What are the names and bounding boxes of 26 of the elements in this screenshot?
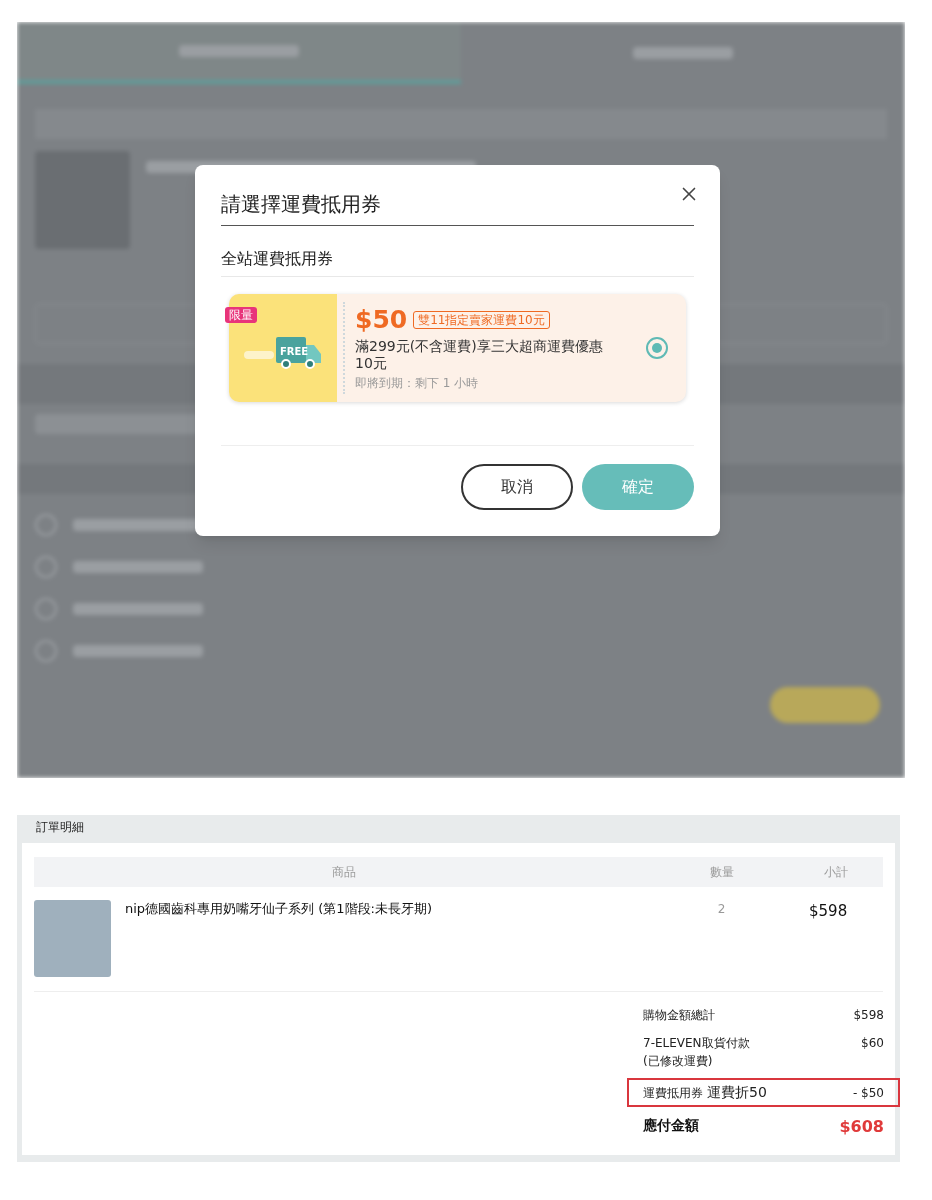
coupon-description: 滿299元(不含運費)享三大超商運費優惠10元 [355,337,604,372]
radio-button[interactable] [646,337,668,359]
product-name: nip德國齒科專用奶嘴牙仙子系列 (第1階段:未長牙期) [124,900,434,918]
summary-label: 7-ELEVEN取貨付款 [643,1035,750,1052]
coupon-amount: $50 [355,305,408,334]
summary-value: $598 [853,1007,884,1024]
total-label: 應付金額 [643,1116,699,1135]
coupon-label: 雙11指定賣家運費10元 [413,310,550,329]
summary-label: 運費抵用券 [643,1085,703,1102]
column-header: 小計 [822,864,849,881]
total-amount: $608 [839,1116,884,1138]
section-title: 全站運費抵用券 [221,226,694,277]
summary-value: - $50 [852,1084,884,1102]
summary-label: 購物金額總計 [643,1007,715,1024]
column-header: 數量 [708,864,735,881]
quantity-cell-text: 2 [716,901,727,918]
summary-note: (已修改運費) [643,1053,714,1070]
column-header: 商品 [331,864,357,881]
panel-title: 訂單明細 [35,819,85,836]
limited-tag: 限量 [225,307,257,323]
coupon-expiry: 即將到期：剩下 1 小時 [355,374,480,391]
summary-value: $60 [861,1035,884,1052]
dialog-title: 請選擇運費抵用券 [221,165,694,226]
cancel-button[interactable]: 取消 [461,464,573,510]
coupon-detail: 運費折50 [707,1083,767,1102]
subtotal-cell-text: $598 [808,901,849,922]
